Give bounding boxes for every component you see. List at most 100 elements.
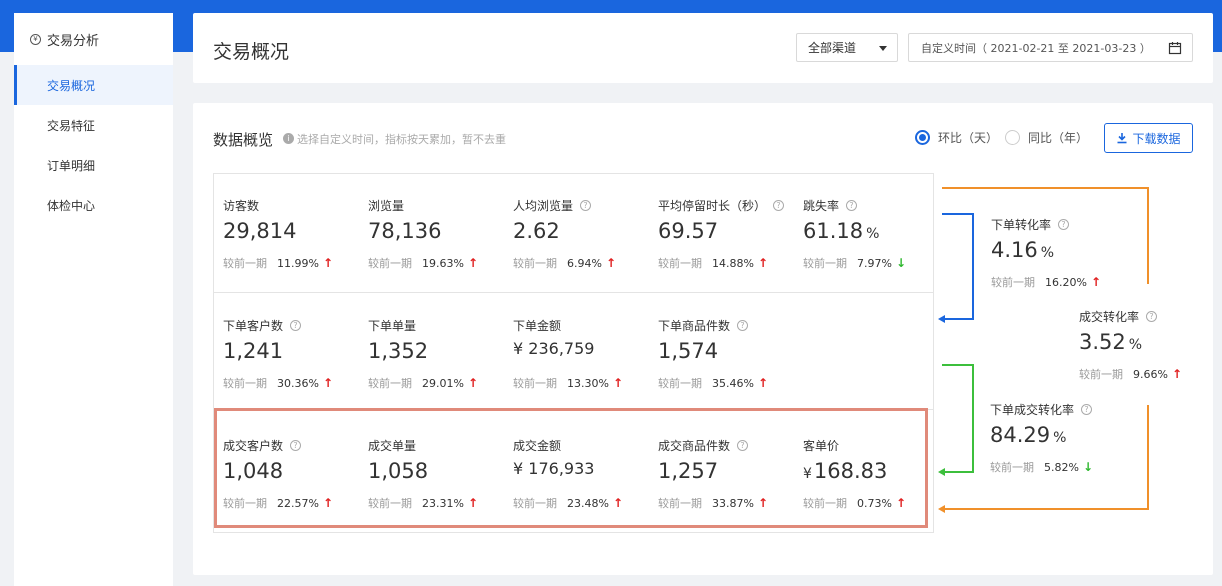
metric-value: 1,574 [658, 339, 798, 367]
metric-compare: 较前一期 0.73% ↑ [803, 495, 943, 511]
metric-label: 下单金额 [513, 318, 562, 333]
sidebar: ¥ 交易分析 交易概况 交易特征 订单明细 体检中心 [14, 13, 173, 586]
arrow-up-icon: ↑ [757, 376, 769, 390]
sidebar-item-label: 交易概况 [47, 78, 96, 93]
metric-value: ¥ 176,933 [513, 459, 653, 487]
metric-bounce-rate: 跳失率? 61.18% 较前一期 7.97% ↓ [803, 197, 943, 271]
metric-unit: % [866, 226, 880, 242]
help-icon[interactable]: ? [580, 199, 592, 211]
help-icon[interactable]: ? [737, 319, 749, 331]
metric-label: 成交转化率? [1079, 308, 1219, 324]
channel-select[interactable]: 全部渠道 [796, 33, 898, 62]
compare-label: 较前一期 [803, 257, 847, 270]
compare-percent: 33.87% [712, 496, 754, 510]
metric-compare: 较前一期 29.01% ↑ [368, 375, 508, 391]
arrow-up-icon: ↑ [757, 496, 769, 510]
compare-label: 较前一期 [990, 461, 1034, 474]
metric-number: 1,058 [368, 459, 429, 483]
metric-compare: 较前一期 22.57% ↑ [223, 495, 363, 511]
compare-percent: 23.48% [567, 496, 609, 510]
metric-order-items: 下单商品件数? 1,574 较前一期 35.46% ↑ [658, 317, 798, 391]
compare-label: 较前一期 [223, 497, 267, 510]
metric-label: 人均浏览量? [513, 197, 653, 213]
help-icon[interactable]: ? [290, 439, 302, 451]
compare-percent: 22.57% [277, 496, 319, 510]
page-title: 交易概况 [213, 41, 290, 63]
metric-compare: 较前一期 16.20% ↑ [991, 274, 1131, 290]
metric-compare: 较前一期 33.87% ↑ [658, 495, 798, 511]
compare-label: 较前一期 [513, 377, 557, 390]
arrow-up-icon: ↑ [467, 256, 479, 270]
currency-symbol: ¥ [513, 459, 524, 478]
compare-percent: 11.99% [277, 256, 319, 270]
metric-compare: 较前一期 11.99% ↑ [223, 255, 363, 271]
blue-arrowhead [938, 315, 945, 323]
compare-percent: 7.97% [857, 256, 892, 270]
metric-number: 61.18 [803, 219, 864, 243]
arrow-up-icon: ↑ [322, 376, 334, 390]
metric-label: 下单商品件数? [658, 317, 798, 333]
metric-number: 168.83 [813, 459, 888, 483]
channel-select-value: 全部渠道 [808, 41, 857, 55]
sidebar-item-checkup[interactable]: 体检中心 [14, 185, 173, 225]
metric-value: 2.62 [513, 219, 653, 247]
help-icon[interactable]: ? [773, 199, 785, 211]
metric-number: 236,759 [528, 339, 595, 358]
metric-number: 4.16 [991, 238, 1038, 262]
metric-value: 1,257 [658, 459, 798, 487]
metric-value: ¥168.83 [803, 459, 943, 487]
date-range-value: 自定义时间（ 2021-02-21 至 2021-03-23 ） [921, 41, 1151, 55]
compare-percent: 35.46% [712, 376, 754, 390]
compare-percent: 23.31% [422, 496, 464, 510]
green-flow-arrow [942, 364, 974, 473]
compare-label: 较前一期 [368, 377, 412, 390]
metric-number: 69.57 [658, 219, 719, 243]
yuan-circle-icon: ¥ [30, 33, 41, 45]
help-icon[interactable]: ? [846, 199, 858, 211]
help-icon[interactable]: ? [1058, 218, 1070, 230]
help-icon[interactable]: ? [1146, 310, 1158, 322]
compare-percent: 5.82% [1044, 460, 1079, 474]
arrow-up-icon: ↑ [1090, 275, 1102, 289]
help-icon[interactable]: ? [737, 439, 749, 451]
metric-number: 1,241 [223, 339, 284, 363]
metric-label-text: 下单成交转化率 [990, 402, 1075, 417]
sidebar-item-overview[interactable]: 交易概况 [14, 65, 173, 105]
sidebar-item-features[interactable]: 交易特征 [14, 105, 173, 145]
metric-label-text: 成交客户数 [223, 438, 284, 453]
metric-order-deal-conversion: 下单成交转化率? 84.29% 较前一期 5.82% ↓ [990, 401, 1130, 475]
arrow-down-icon: ↓ [895, 256, 907, 270]
compare-label: 较前一期 [223, 377, 267, 390]
compare-label: 较前一期 [223, 257, 267, 270]
arrow-up-icon: ↑ [605, 256, 617, 270]
compare-percent: 6.94% [567, 256, 602, 270]
currency-symbol: ¥ [803, 466, 812, 482]
metric-number: 1,048 [223, 459, 284, 483]
sidebar-item-order-details[interactable]: 订单明细 [14, 145, 173, 185]
sidebar-item-label: 订单明细 [47, 158, 96, 173]
help-icon[interactable]: ? [290, 319, 302, 331]
metric-label-text: 下单转化率 [991, 217, 1052, 232]
compare-label: 较前一期 [658, 257, 702, 270]
date-range-picker[interactable]: 自定义时间（ 2021-02-21 至 2021-03-23 ） [908, 33, 1193, 62]
metric-label: 成交客户数? [223, 437, 363, 453]
metric-compare: 较前一期 13.30% ↑ [513, 375, 653, 391]
arrow-up-icon: ↑ [757, 256, 769, 270]
metric-label: 浏览量 [368, 198, 405, 213]
blue-flow-arrow [942, 213, 974, 320]
metric-label: 下单转化率? [991, 216, 1131, 232]
arrow-down-icon: ↓ [1082, 460, 1094, 474]
currency-symbol: ¥ [513, 339, 524, 358]
metric-compare: 较前一期 30.36% ↑ [223, 375, 363, 391]
compare-label: 较前一期 [368, 257, 412, 270]
metric-compare: 较前一期 6.94% ↑ [513, 255, 653, 271]
metric-number: 3.52 [1079, 330, 1126, 354]
metric-value: 1,241 [223, 339, 363, 367]
help-icon[interactable]: ? [1081, 403, 1093, 415]
compare-label: 较前一期 [658, 497, 702, 510]
metric-label: 成交商品件数? [658, 437, 798, 453]
compare-label: 较前一期 [368, 497, 412, 510]
arrow-up-icon: ↑ [467, 496, 479, 510]
metric-number: 1,352 [368, 339, 429, 363]
metric-compare: 较前一期 35.46% ↑ [658, 375, 798, 391]
